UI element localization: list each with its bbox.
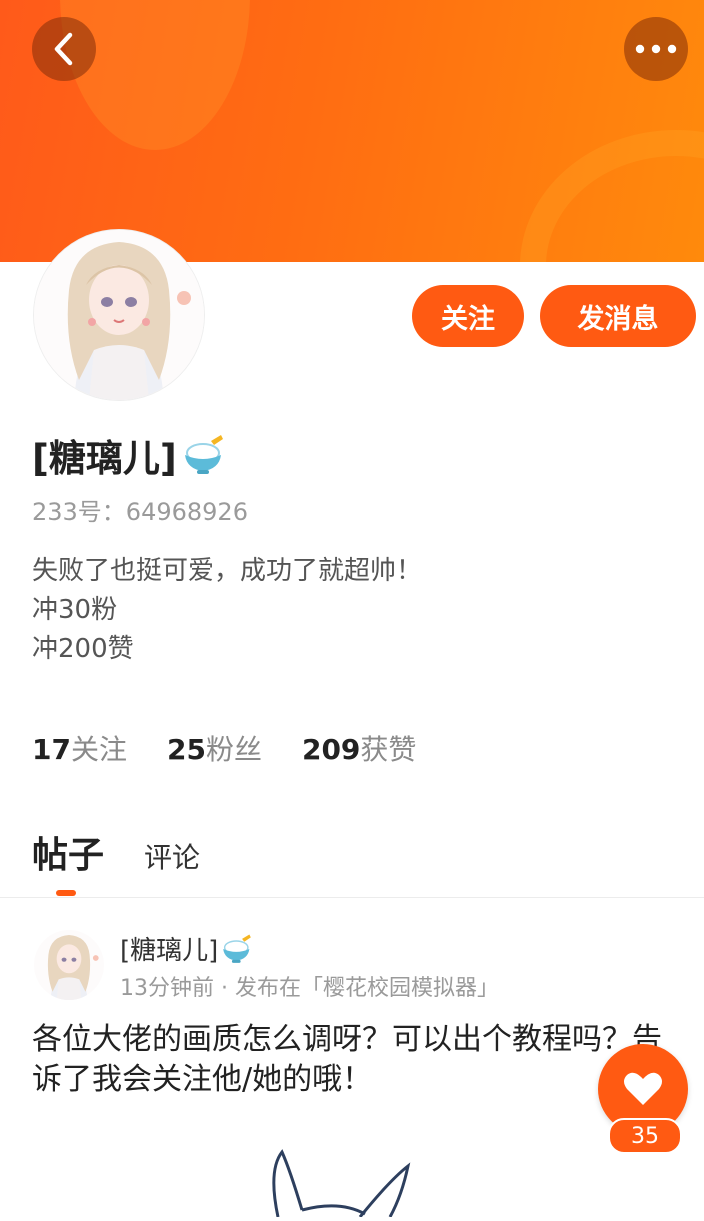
stat-likes: 209获赞 — [302, 728, 416, 768]
stat-likes-count: 209 — [301, 733, 361, 766]
avatar[interactable] — [34, 230, 204, 400]
stat-following[interactable]: 17关注 — [32, 728, 127, 768]
more-button[interactable] — [624, 17, 688, 81]
profile-name: [糖璃儿] — [32, 437, 177, 480]
stat-fans[interactable]: 25粉丝 — [167, 728, 262, 768]
post-author-avatar[interactable] — [34, 930, 104, 1000]
heart-icon — [624, 1072, 662, 1105]
bio: 失败了也挺可爱，成功了就超帅！ 冲30粉 冲200赞 — [32, 552, 422, 669]
content-tabs: 帖子 评论 — [32, 826, 200, 878]
profile-banner — [0, 0, 704, 262]
rice-bowl-badge-icon — [184, 435, 223, 474]
post-text[interactable]: 各位大佬的画质怎么调呀？可以出个教程吗？告诉了我会关注他/她的哦！ — [32, 1020, 672, 1100]
post-meta: 13分钟前 · 发布在「樱花校园模拟器」 — [120, 976, 499, 1001]
avatar-illustration — [34, 230, 204, 400]
stat-fans-label: 粉丝 — [205, 733, 262, 766]
stat-likes-label: 获赞 — [360, 733, 417, 766]
profile-stats: 17关注 25粉丝 209获赞 — [32, 728, 416, 768]
avatar-illustration — [34, 930, 104, 1000]
banner-decoration — [520, 130, 704, 262]
stat-following-label: 关注 — [70, 733, 127, 766]
post-image[interactable] — [240, 1140, 440, 1218]
rice-bowl-badge-icon — [223, 933, 252, 963]
post-author-name: [糖璃儿] — [120, 936, 219, 966]
like-count: 35 — [608, 1118, 682, 1154]
profile-name-row: [糖璃儿] — [32, 428, 227, 482]
stat-following-count: 17 — [32, 733, 71, 766]
banner-decoration — [60, 0, 250, 150]
tab-active-indicator — [56, 890, 76, 896]
stat-fans-count: 25 — [166, 733, 206, 766]
user-id: 233号：64968926 — [32, 498, 248, 526]
bio-line: 失败了也挺可爱，成功了就超帅！ — [32, 556, 423, 586]
tab-posts[interactable]: 帖子 — [32, 826, 104, 878]
chevron-left-icon — [54, 32, 73, 66]
post-author-row[interactable]: [糖璃儿] — [120, 930, 254, 967]
bio-line: 冲200赞 — [32, 634, 134, 664]
post-image-illustration — [272, 1149, 411, 1218]
more-dots-icon — [635, 44, 677, 54]
follow-button[interactable]: 关注 — [412, 285, 524, 347]
message-button[interactable]: 发消息 — [540, 285, 696, 347]
bio-line: 冲30粉 — [32, 595, 118, 625]
tab-comments[interactable]: 评论 — [144, 836, 200, 876]
divider — [0, 897, 704, 898]
back-button[interactable] — [32, 17, 96, 81]
